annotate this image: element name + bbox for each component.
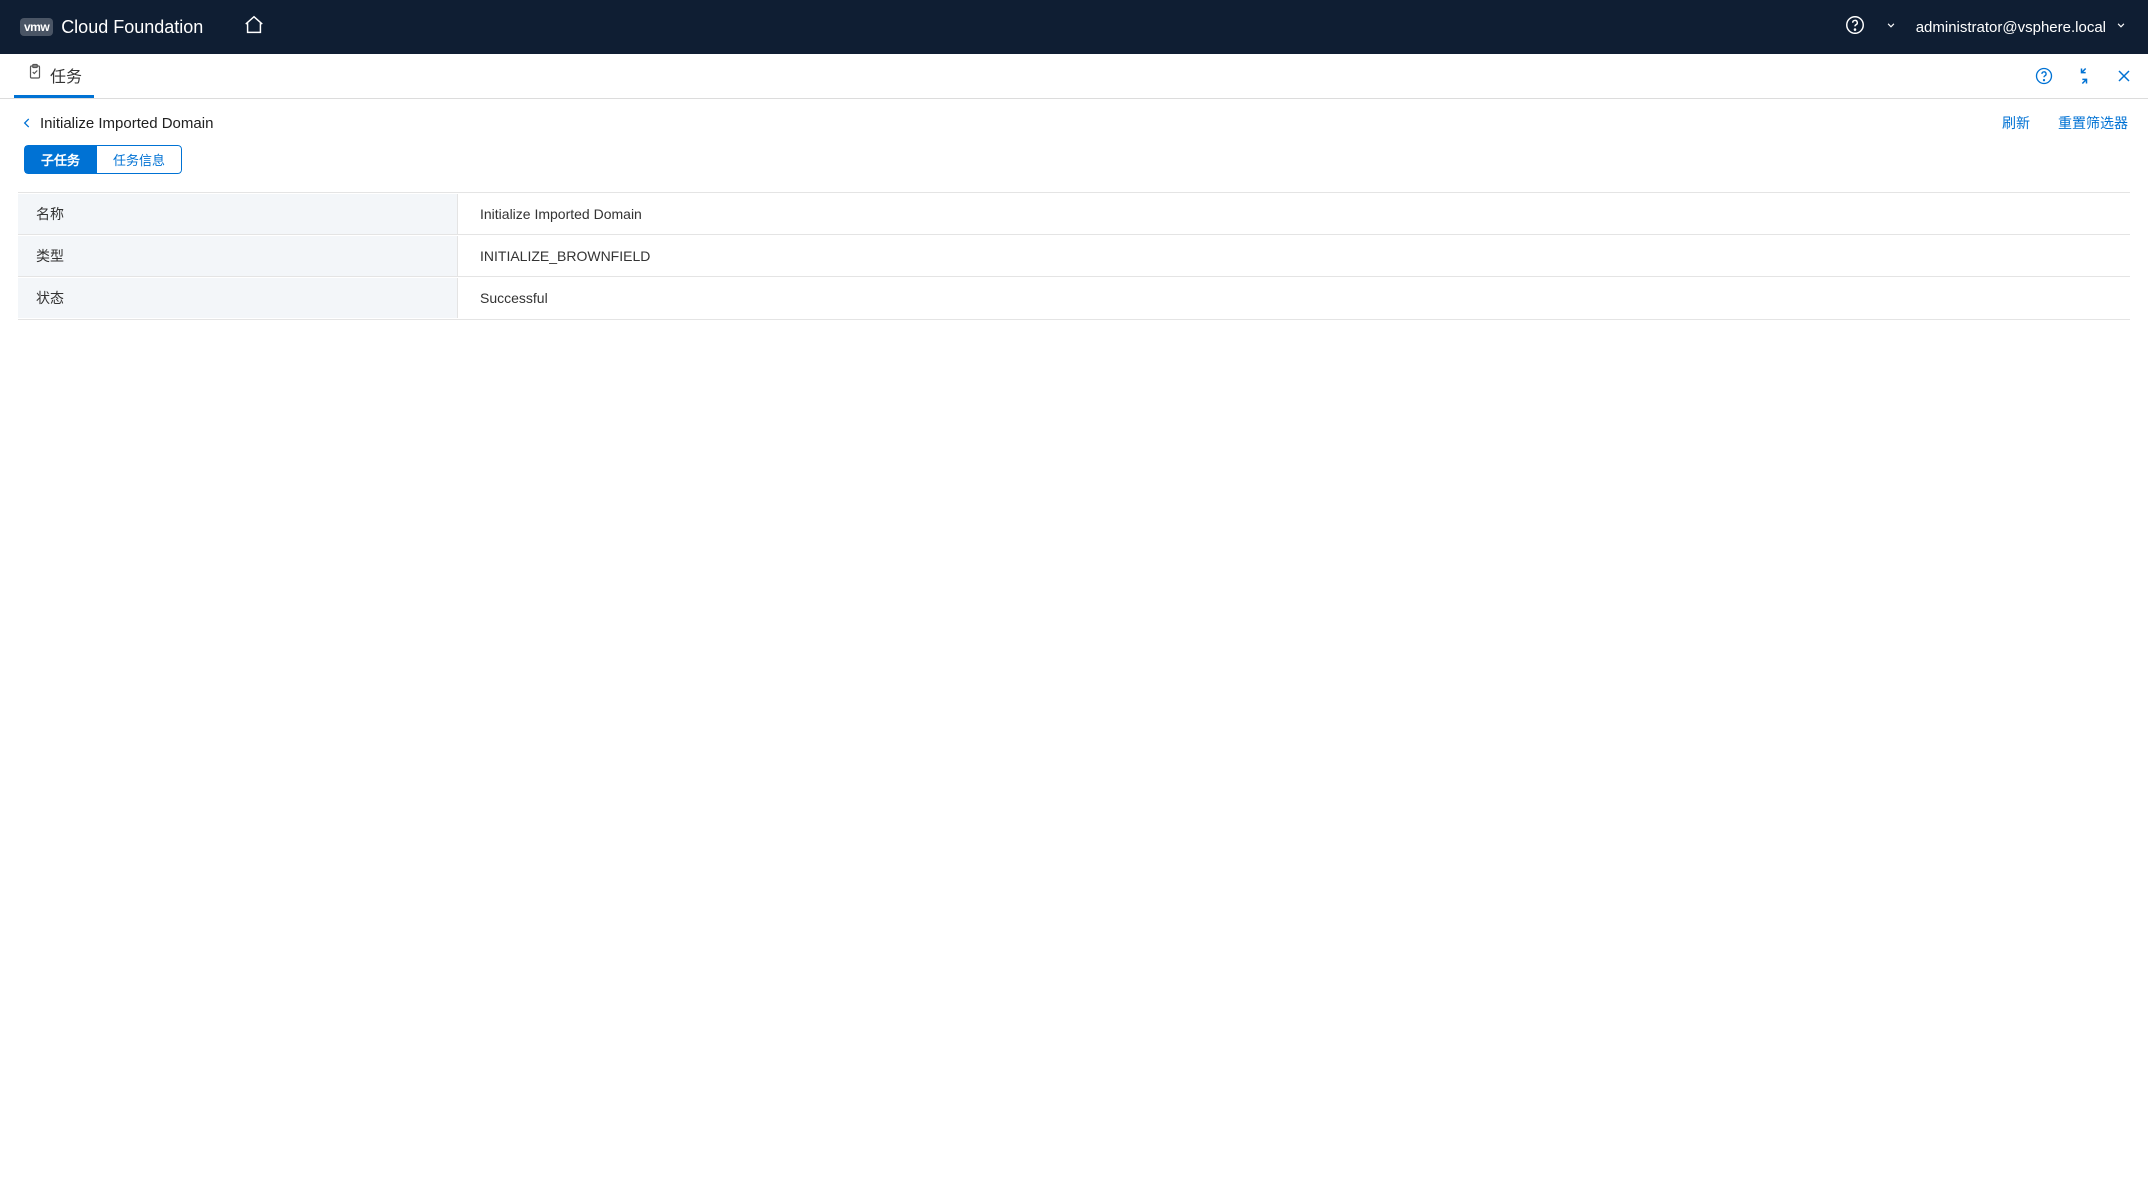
app-header: vmw Cloud Foundation administrator@vsphe… [0,0,2148,54]
refresh-link[interactable]: 刷新 [2002,113,2030,133]
help-icon[interactable] [1844,14,1866,40]
subtab-taskinfo[interactable]: 任务信息 [96,145,182,174]
subheader: 任务 [0,54,2148,99]
tab-tasks[interactable]: 任务 [14,54,94,98]
subheader-actions [2034,54,2134,98]
breadcrumb-row: Initialize Imported Domain 刷新 重置筛选器 [0,99,2148,141]
close-panel-icon[interactable] [2114,66,2134,86]
back-button[interactable] [20,116,34,130]
panel-help-icon[interactable] [2034,66,2054,86]
table-row: 名称 Initialize Imported Domain [18,193,2130,235]
table-row: 状态 Successful [18,277,2130,319]
chevron-down-icon [2114,18,2128,36]
header-right: administrator@vsphere.local [1844,14,2128,40]
detail-label-status: 状态 [18,278,458,318]
reset-filters-link[interactable]: 重置筛选器 [2058,113,2128,133]
tab-tasks-label: 任务 [50,63,82,87]
header-dropdown-icon[interactable] [1884,18,1898,36]
collapse-panel-icon[interactable] [2074,66,2094,86]
subtab-subtasks[interactable]: 子任务 [24,145,96,174]
details-table: 名称 Initialize Imported Domain 类型 INITIAL… [18,192,2130,320]
detail-label-name: 名称 [18,194,458,234]
detail-label-type: 类型 [18,236,458,276]
brand-badge: vmw [20,18,53,36]
user-label: administrator@vsphere.local [1916,19,2106,36]
detail-value-type: INITIALIZE_BROWNFIELD [458,238,672,274]
breadcrumb-title: Initialize Imported Domain [40,115,213,132]
segmented-tabs: 子任务 任务信息 [24,145,182,174]
home-icon[interactable] [243,14,265,41]
detail-value-name: Initialize Imported Domain [458,196,664,232]
detail-value-status: Successful [458,280,570,316]
user-menu[interactable]: administrator@vsphere.local [1916,18,2128,36]
brand-title: Cloud Foundation [61,17,203,38]
table-row: 类型 INITIALIZE_BROWNFIELD [18,235,2130,277]
clipboard-icon [26,63,44,86]
